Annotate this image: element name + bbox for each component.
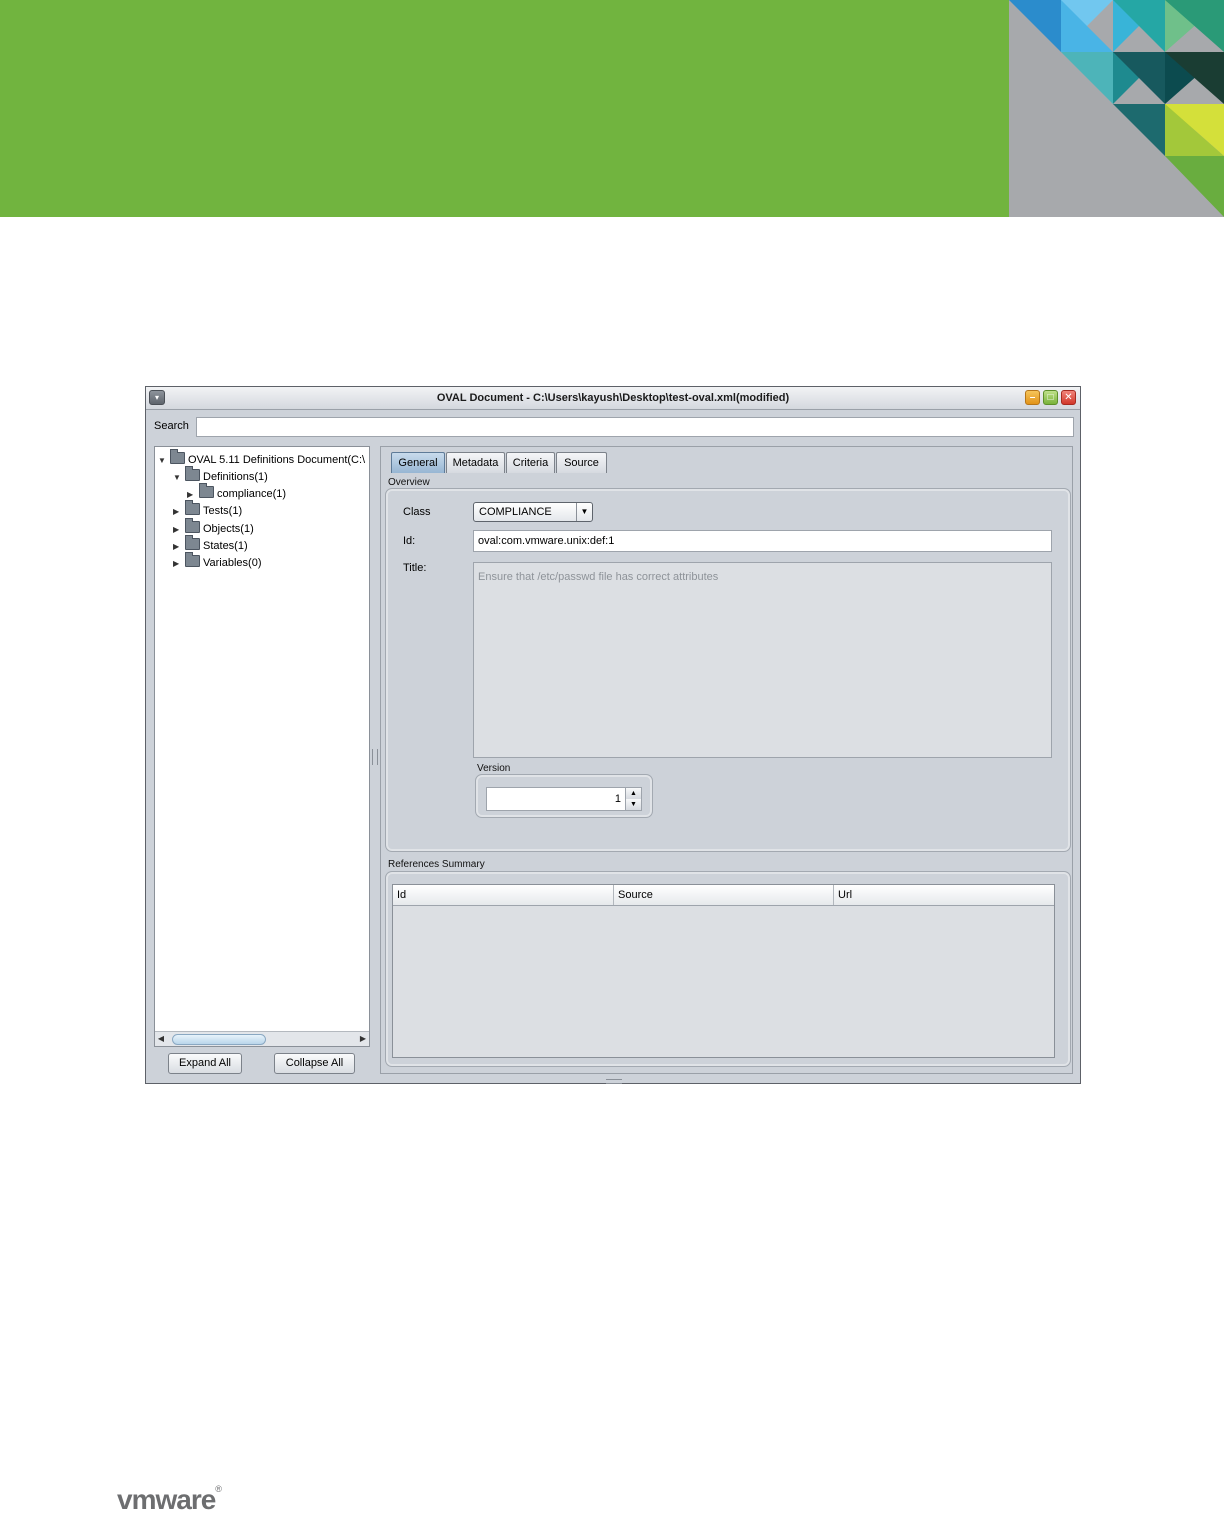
tree-node-label: States(1) xyxy=(203,540,248,552)
references-table-header: Id Source Url xyxy=(393,885,1054,906)
tree-node-compliance[interactable]: ▶ compliance(1) xyxy=(187,483,287,501)
tree-horizontal-scrollbar[interactable]: ◀ ▶ xyxy=(155,1031,369,1046)
expand-all-button[interactable]: Expand All xyxy=(168,1053,242,1074)
references-section-label: References Summary xyxy=(388,859,485,870)
folder-open-icon xyxy=(185,466,200,481)
registered-mark: ® xyxy=(215,1484,222,1494)
collapse-all-button[interactable]: Collapse All xyxy=(274,1053,355,1074)
column-header-id[interactable]: Id xyxy=(393,885,614,905)
collapsed-arrow-icon[interactable]: ▶ xyxy=(173,539,185,555)
definitions-tree: ▼ OVAL 5.11 Definitions Document(C:\ ▼ Def… xyxy=(154,446,370,1047)
scroll-right-icon[interactable]: ▶ xyxy=(357,1032,369,1046)
tree-node-label: compliance(1) xyxy=(217,488,287,500)
overview-group: Class COMPLIANCE ▼ Id: oval:com.vmware.u… xyxy=(385,488,1071,852)
tree-node-label: Tests(1) xyxy=(203,505,243,517)
references-table[interactable]: Id Source Url xyxy=(392,884,1055,1058)
title-label: Title: xyxy=(403,562,427,574)
column-header-url[interactable]: Url xyxy=(834,885,1054,905)
definition-editor-panel: General Metadata Criteria Source Overvie… xyxy=(380,446,1073,1074)
brand-triangle-pattern xyxy=(1009,0,1224,217)
folder-icon xyxy=(185,518,200,533)
scrollbar-thumb[interactable] xyxy=(172,1034,266,1045)
id-field[interactable]: oval:com.vmware.unix:def:1 xyxy=(473,530,1052,552)
tree-node-objects[interactable]: ▶ Objects(1) xyxy=(173,518,254,538)
window-menu-button[interactable]: ▾ xyxy=(149,390,165,405)
tab-source[interactable]: Source xyxy=(556,452,607,473)
overview-section-label: Overview xyxy=(388,477,430,488)
folder-icon xyxy=(185,552,200,567)
class-dropdown[interactable]: COMPLIANCE ▼ xyxy=(473,502,593,522)
tree-node-tests[interactable]: ▶ Tests(1) xyxy=(173,500,243,520)
collapsed-arrow-icon[interactable]: ▶ xyxy=(173,556,185,572)
tab-metadata[interactable]: Metadata xyxy=(446,452,505,473)
search-label: Search xyxy=(154,420,189,432)
tree-node-states[interactable]: ▶ States(1) xyxy=(173,535,248,555)
close-button[interactable]: ✕ xyxy=(1061,390,1076,405)
tree-node-variables[interactable]: ▶ Variables(0) xyxy=(173,552,262,572)
vmware-logo: vmware® xyxy=(117,1484,222,1516)
folder-icon xyxy=(185,535,200,550)
vertical-split-handle[interactable] xyxy=(372,749,378,765)
decrement-arrow-icon[interactable]: ▼ xyxy=(626,799,641,810)
oval-document-window: OVAL Document - C:\Users\kayush\Desktop\… xyxy=(145,386,1081,1084)
dropdown-arrow-icon[interactable]: ▼ xyxy=(576,503,592,521)
tab-criteria[interactable]: Criteria xyxy=(506,452,555,473)
expanded-arrow-icon[interactable]: ▼ xyxy=(158,453,170,469)
version-group: 1 ▲ ▼ xyxy=(475,774,653,818)
version-value: 1 xyxy=(614,793,621,805)
spinner-buttons[interactable]: ▲ ▼ xyxy=(625,788,641,810)
tree-node-label: Variables(0) xyxy=(203,557,262,569)
class-label: Class xyxy=(403,506,431,518)
header-banner xyxy=(0,0,1224,217)
class-selected-value: COMPLIANCE xyxy=(479,506,552,518)
folder-icon xyxy=(199,483,214,498)
folder-open-icon xyxy=(170,449,185,464)
maximize-button[interactable]: □ xyxy=(1043,390,1058,405)
search-input[interactable] xyxy=(196,417,1074,437)
increment-arrow-icon[interactable]: ▲ xyxy=(626,788,641,799)
horizontal-split-handle[interactable] xyxy=(606,1079,622,1084)
tree-node-label: Objects(1) xyxy=(203,523,254,535)
version-spinner[interactable]: 1 ▲ ▼ xyxy=(486,787,642,811)
tree-node-label: OVAL 5.11 Definitions Document(C:\ xyxy=(188,454,366,466)
logo-text: vmware xyxy=(117,1484,216,1515)
collapsed-arrow-icon[interactable]: ▶ xyxy=(173,504,185,520)
scroll-left-icon[interactable]: ◀ xyxy=(155,1032,167,1046)
version-label: Version xyxy=(477,763,511,774)
collapsed-arrow-icon[interactable]: ▶ xyxy=(173,522,185,538)
expanded-arrow-icon[interactable]: ▼ xyxy=(173,470,185,486)
title-bar[interactable]: OVAL Document - C:\Users\kayush\Desktop\… xyxy=(146,387,1080,410)
title-textarea[interactable]: Ensure that /etc/passwd file has correct… xyxy=(473,562,1052,758)
folder-icon xyxy=(185,500,200,515)
tree-node-label: Definitions(1) xyxy=(203,471,268,483)
id-label: Id: xyxy=(403,535,416,547)
tree-node-root[interactable]: ▼ OVAL 5.11 Definitions Document(C:\ xyxy=(158,449,366,469)
column-header-source[interactable]: Source xyxy=(614,885,834,905)
tab-general[interactable]: General xyxy=(391,452,445,473)
minimize-button[interactable]: – xyxy=(1025,390,1040,405)
tree-node-definitions[interactable]: ▼ Definitions(1) xyxy=(173,466,268,486)
window-title: OVAL Document - C:\Users\kayush\Desktop\… xyxy=(436,392,790,404)
